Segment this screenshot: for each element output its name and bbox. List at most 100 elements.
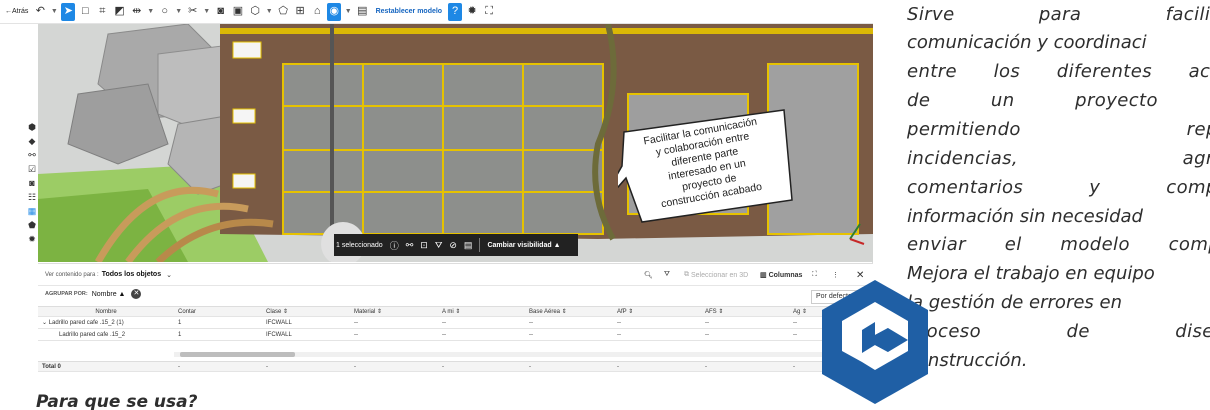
box-select-icon[interactable]: □ <box>78 3 92 21</box>
column-header-afs-label: AFS <box>705 309 717 315</box>
description-word: compar <box>1166 177 1210 198</box>
group-by-row: AGRUPAR POR: Nombre ▲ ✕ <box>38 286 873 302</box>
chevron-down-icon[interactable]: ▼ <box>175 3 183 21</box>
properties-icon[interactable]: ▤ <box>464 240 473 251</box>
description-word: diferentes <box>1056 61 1152 82</box>
chevron-down-icon[interactable]: ▼ <box>265 3 273 21</box>
chevron-down-icon[interactable]: ▼ <box>147 3 155 21</box>
help-icon[interactable]: ? <box>448 2 463 21</box>
total-label: Total 0 <box>42 364 61 370</box>
link-icon[interactable]: ⚯ <box>27 150 37 160</box>
gear-icon[interactable]: ✹ <box>27 234 37 244</box>
measure-icon[interactable]: ⇹ <box>130 3 144 21</box>
column-header-material[interactable]: Material ⇕ <box>354 307 440 318</box>
description-word: actor <box>1188 61 1210 82</box>
side-toolbar: ⬢ ◆ ⚯ ☑ ◙ ☷ ▦ ⬟ ✹ <box>0 24 38 262</box>
table-icon[interactable]: ▦ <box>27 206 37 216</box>
camera-icon[interactable]: ◙ <box>27 178 37 188</box>
camera-icon[interactable]: ◙ <box>214 3 228 21</box>
bim-viewer: ← Atrás ↶ ▼ ➤ □ ⌗ ◩ ⇹ ▼ ○ ▼ ✂ ▼ ◙ ▣ ⬡ ▼ … <box>0 0 873 377</box>
columns-button[interactable]: ▥ Columnas <box>760 264 802 286</box>
column-header-contar[interactable]: Contar <box>178 307 264 318</box>
change-visibility-button[interactable]: Cambiar visibilidad ▲ <box>487 242 560 249</box>
total-base-aerea: - <box>529 364 531 370</box>
table-row[interactable]: Ladrillo pared cafe .15_2 1 IFCWALL -- -… <box>38 330 873 341</box>
calculator-icon[interactable]: ▤ <box>355 3 369 21</box>
row-afp: -- <box>617 332 621 338</box>
description-word: los <box>993 61 1021 82</box>
view-content-select[interactable]: Todos los objetos <box>102 271 161 278</box>
column-header-afp-label: AfP <box>617 309 627 315</box>
cursor-icon[interactable]: ➤ <box>61 2 76 21</box>
row-afs: -- <box>705 320 709 326</box>
gear-icon[interactable]: ✹ <box>465 3 479 21</box>
reset-model-button[interactable]: Restablecer modelo <box>373 8 446 15</box>
column-header-afs[interactable]: AFS ⇕ <box>705 307 791 318</box>
fullscreen-icon[interactable]: ⛶ <box>812 264 817 286</box>
divider <box>479 238 481 252</box>
group-by-value: Nombre <box>91 290 117 298</box>
layers-icon[interactable]: ◆ <box>27 136 37 146</box>
horizontal-scrollbar[interactable] <box>174 352 864 357</box>
description-word: comentarios <box>907 177 1024 198</box>
speech-callout: Facilitar la comunicación y colaboración… <box>595 108 794 226</box>
properties-table-panel: Ver contenido para : Todos los objetos ⌄… <box>38 263 873 377</box>
section-box-icon[interactable]: ⌗ <box>95 3 109 21</box>
paint-icon[interactable]: ⛛ <box>435 240 443 251</box>
total-material: - <box>354 364 356 370</box>
group-by-chip[interactable]: Nombre ▲ <box>92 291 126 298</box>
description-word: el <box>1004 234 1022 255</box>
chevron-down-icon[interactable]: ▼ <box>50 3 58 21</box>
markup-icon[interactable]: ▣ <box>231 3 245 21</box>
hierarchy-icon[interactable]: ☷ <box>27 192 37 202</box>
visibility-icon[interactable]: ⬠ <box>276 3 290 21</box>
shield-icon[interactable]: ⬟ <box>27 220 37 230</box>
table-total-row: Total 0 - - - - - - - - <box>38 361 873 372</box>
hide-icon[interactable]: ⊘ <box>449 240 457 251</box>
remove-group-icon[interactable]: ✕ <box>131 289 142 299</box>
cut-icon[interactable]: ✂ <box>186 3 200 21</box>
row-name: Ladrillo pared cafe .15_2 <box>59 332 126 338</box>
column-header-clase[interactable]: Clase ⇕ <box>266 307 352 318</box>
chevron-down-icon[interactable]: ⌄ <box>166 271 172 279</box>
description-line: procesodediseño <box>907 321 1210 345</box>
chevron-down-icon[interactable]: ▼ <box>203 3 211 21</box>
description-word: un <box>990 90 1015 111</box>
eye-icon[interactable]: ◉ <box>327 2 342 21</box>
grid-icon[interactable]: ⊞ <box>293 3 307 21</box>
description-line: enviar el modelo comple <box>907 234 1210 258</box>
search-icon[interactable]: 🔍︎ <box>644 264 653 286</box>
chevron-down-icon[interactable]: ▼ <box>344 3 352 21</box>
total-a-mi: - <box>442 364 444 370</box>
column-header-afp[interactable]: AfP ⇕ <box>617 307 703 318</box>
row-afs: -- <box>705 332 709 338</box>
cube-icon[interactable]: ⬢ <box>27 122 37 132</box>
view-content-label: Ver contenido para : <box>45 271 99 278</box>
model-3d-view[interactable]: Facilitar la comunicación y colaboración… <box>38 24 873 262</box>
description-line: deunproyectoBI <box>907 90 1210 114</box>
description-word: para <box>1038 4 1082 25</box>
link-icon[interactable]: ⚯ <box>406 240 414 251</box>
column-header-nombre[interactable]: Nombre <box>38 307 174 318</box>
undo-icon[interactable]: ↶ <box>33 3 47 21</box>
fullscreen-icon[interactable]: ⛶ <box>482 3 496 21</box>
section-plane-icon[interactable]: ◩ <box>112 3 126 21</box>
description-line: Mejora el trabajo en equipo <box>907 263 1155 287</box>
description-line: comunicación y coordinaci <box>907 32 1147 56</box>
row-name: ⌄ Ladrillo pared cafe .15_2 (1) <box>42 320 124 326</box>
shape-icon[interactable]: ○ <box>158 3 172 21</box>
paint-icon[interactable]: ⛛ <box>664 264 670 286</box>
focus-icon[interactable]: ⊡ <box>420 240 428 251</box>
column-header-base-aerea[interactable]: Base Aérea ⇕ <box>529 307 615 318</box>
table-row[interactable]: ⌄ Ladrillo pared cafe .15_2 (1) 1 IFCWAL… <box>38 318 873 329</box>
lock-icon[interactable]: ⌂ <box>310 3 324 21</box>
select-3d-button[interactable]: ⧉ Seleccionar en 3D <box>684 264 748 286</box>
column-header-a-mi-label: A mi <box>442 309 454 315</box>
column-header-a-mi[interactable]: A mi ⇕ <box>442 307 528 318</box>
info-icon[interactable]: ⓘ <box>390 239 399 252</box>
total-afp: - <box>617 364 619 370</box>
scrollbar-thumb[interactable] <box>180 352 295 357</box>
cube-icon[interactable]: ⬡ <box>248 3 262 21</box>
checklist-icon[interactable]: ☑ <box>27 164 37 174</box>
back-button[interactable]: ← Atrás <box>3 3 30 21</box>
